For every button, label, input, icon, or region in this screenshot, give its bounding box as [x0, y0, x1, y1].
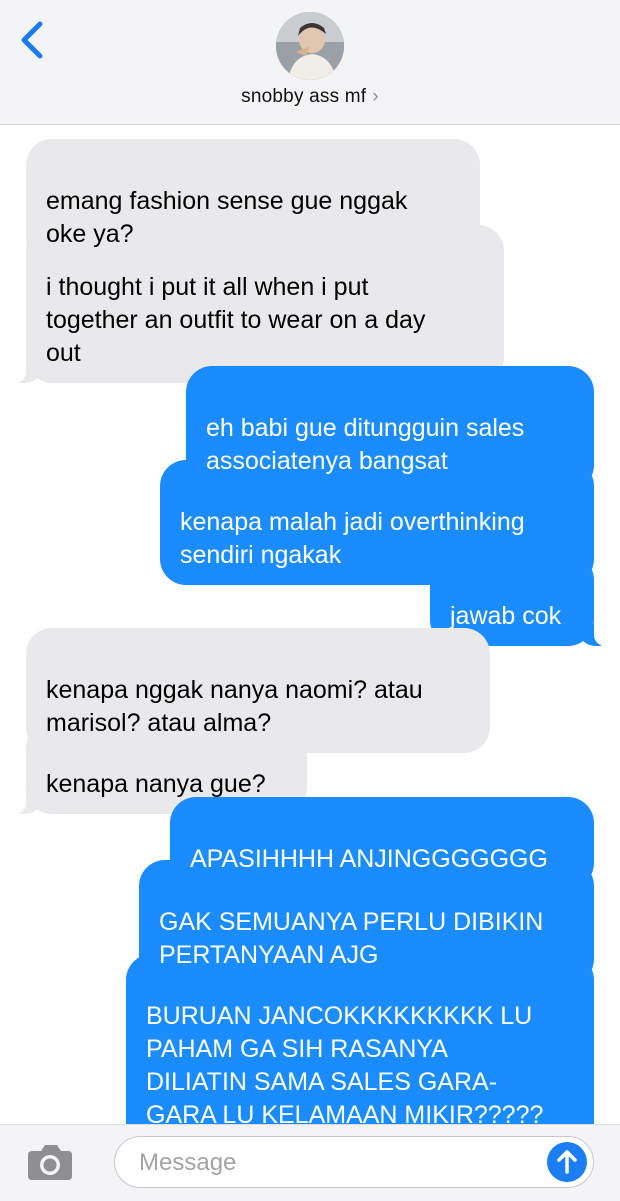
message-text: APASIHHHH ANJINGGGGGGG [190, 845, 548, 873]
back-button[interactable] [14, 18, 54, 62]
chevron-right-icon: › [372, 86, 379, 107]
contact-name: snobby ass mf [241, 86, 367, 107]
composer-bar [0, 1124, 620, 1201]
message-text: jawab cok [450, 602, 562, 630]
arrow-up-icon [557, 1150, 577, 1174]
message-list[interactable]: emang fashion sense gue nggak oke ya? i … [0, 125, 620, 1125]
message-text: kenapa nanya gue? [46, 770, 266, 798]
send-button[interactable] [547, 1142, 587, 1182]
chevron-left-icon [21, 21, 43, 59]
message-text: i thought i put it all when i put togeth… [46, 273, 426, 367]
message-bubble-outgoing[interactable]: BURUAN JANCOKKKKKKKKK LU PAHAM GA SIH RA… [126, 954, 594, 1125]
contact-name-button[interactable]: snobby ass mf › [0, 86, 620, 108]
conversation-header: snobby ass mf › [0, 0, 620, 125]
message-field[interactable] [114, 1136, 594, 1188]
avatar[interactable] [276, 12, 344, 80]
message-input[interactable] [137, 1143, 541, 1183]
message-bubble-incoming[interactable]: kenapa nggak nanya naomi? atau marisol? … [26, 628, 490, 753]
camera-icon [28, 1145, 72, 1180]
message-bubble-incoming[interactable]: i thought i put it all when i put togeth… [6, 225, 504, 383]
message-text: kenapa nggak nanya naomi? atau marisol? … [46, 676, 423, 737]
camera-button[interactable] [26, 1143, 74, 1181]
message-text: BURUAN JANCOKKKKKKKKK LU PAHAM GA SIH RA… [146, 1002, 544, 1125]
